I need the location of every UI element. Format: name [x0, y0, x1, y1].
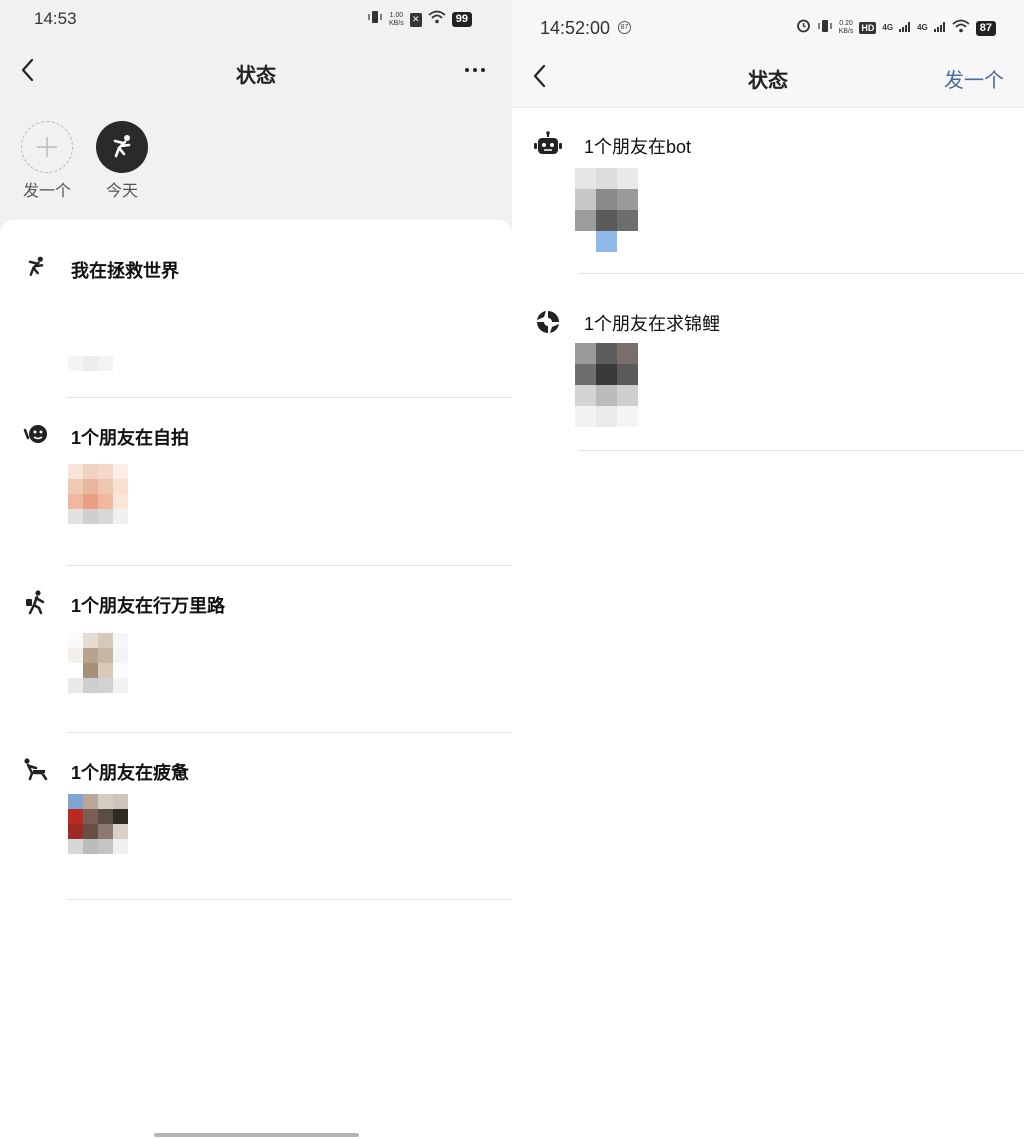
- story-today[interactable]: 今天: [90, 118, 154, 201]
- status-time: 14:53: [34, 9, 77, 28]
- story-add-button[interactable]: 发一个: [15, 118, 79, 201]
- robot-icon: [533, 130, 563, 160]
- status-item-title: 1个朋友在求锦鲤: [584, 314, 721, 334]
- notification-badge: 87: [618, 21, 631, 34]
- nav-bar: 状态: [0, 40, 512, 102]
- status-item-travel[interactable]: 1个朋友在行万里路: [0, 585, 512, 733]
- header-area: 14:53 1.00 KB/s ✕ 99 状态 发一个 今天: [0, 0, 512, 232]
- status-item-selfie[interactable]: 1个朋友在自拍: [0, 418, 512, 566]
- status-item-tired[interactable]: 1个朋友在疲惫: [0, 752, 512, 900]
- vibrate-icon: [817, 19, 833, 38]
- battery-indicator: 99: [451, 12, 472, 27]
- divider: [578, 450, 1024, 451]
- hd-icon: HD: [859, 22, 877, 34]
- divider: [66, 732, 512, 733]
- status-icons: 1.00 KB/s ✕ 99: [367, 10, 472, 29]
- net-speed: 0.20 KB/s: [838, 20, 854, 35]
- status-item-title: 我在拯救世界: [71, 261, 179, 281]
- blurred-thumbnail: [575, 168, 638, 252]
- more-button[interactable]: [460, 58, 490, 82]
- status-item-title: 1个朋友在bot: [584, 137, 692, 157]
- post-status-button[interactable]: 发一个: [944, 64, 1004, 93]
- plus-icon: [21, 121, 73, 173]
- header-area: 14:52:00 87 0.20 KB/s HD 4G 4G 87 状态 发一个: [512, 0, 1024, 108]
- notification-x-icon: ✕: [409, 12, 422, 27]
- selfie-icon: [22, 420, 50, 448]
- story-row: 发一个 今天: [0, 118, 512, 208]
- signal-bars-icon: [933, 19, 946, 37]
- status-item-saving-world[interactable]: 我在拯救世界: [0, 250, 512, 398]
- divider: [66, 899, 512, 900]
- divider: [578, 273, 1024, 274]
- blurred-thumbnail: [68, 633, 128, 693]
- right-screen: 14:52:00 87 0.20 KB/s HD 4G 4G 87 状态 发一个…: [512, 0, 1024, 1139]
- status-item-title: 1个朋友在自拍: [71, 428, 190, 448]
- status-icons: 0.20 KB/s HD 4G 4G 87: [796, 18, 996, 38]
- signal-2: 4G: [917, 23, 928, 32]
- alarm-icon: [796, 18, 811, 38]
- page-title: 状态: [236, 65, 276, 87]
- status-item-title: 1个朋友在行万里路: [71, 596, 226, 616]
- superhero-icon: [96, 121, 148, 173]
- blurred-thumbnail: [575, 343, 638, 427]
- story-add-label: 发一个: [22, 183, 71, 200]
- divider: [66, 565, 512, 566]
- koi-fish-icon: [533, 307, 563, 337]
- status-item-bot[interactable]: 1个朋友在bot: [512, 128, 1024, 274]
- blurred-thumbnail: [68, 356, 128, 371]
- blurred-thumbnail: [68, 794, 128, 854]
- traveler-icon: [22, 588, 50, 616]
- status-item-title: 1个朋友在疲惫: [71, 763, 190, 783]
- status-time: 14:52:00: [540, 18, 611, 38]
- signal-1: 4G: [882, 23, 894, 32]
- status-item-koi[interactable]: 1个朋友在求锦鲤: [512, 305, 1024, 451]
- vibrate-icon: [367, 10, 383, 29]
- divider: [66, 397, 512, 398]
- battery-indicator: 87: [975, 20, 996, 36]
- blurred-thumbnail: [68, 464, 128, 524]
- superhero-icon: [22, 253, 50, 281]
- net-speed: 1.00 KB/s: [388, 11, 404, 27]
- wifi-icon: [428, 10, 446, 29]
- home-indicator[interactable]: [154, 1133, 359, 1137]
- left-screen: 14:53 1.00 KB/s ✕ 99 状态 发一个 今天 我在拯救世界 1个…: [0, 0, 512, 1139]
- story-today-label: 今天: [105, 183, 138, 200]
- signal-bars-icon: [899, 19, 911, 37]
- tired-icon: [22, 755, 50, 783]
- status-bar: 14:53 1.00 KB/s ✕ 99: [0, 0, 512, 40]
- wifi-icon: [952, 19, 970, 38]
- more-dots-icon: [465, 68, 469, 72]
